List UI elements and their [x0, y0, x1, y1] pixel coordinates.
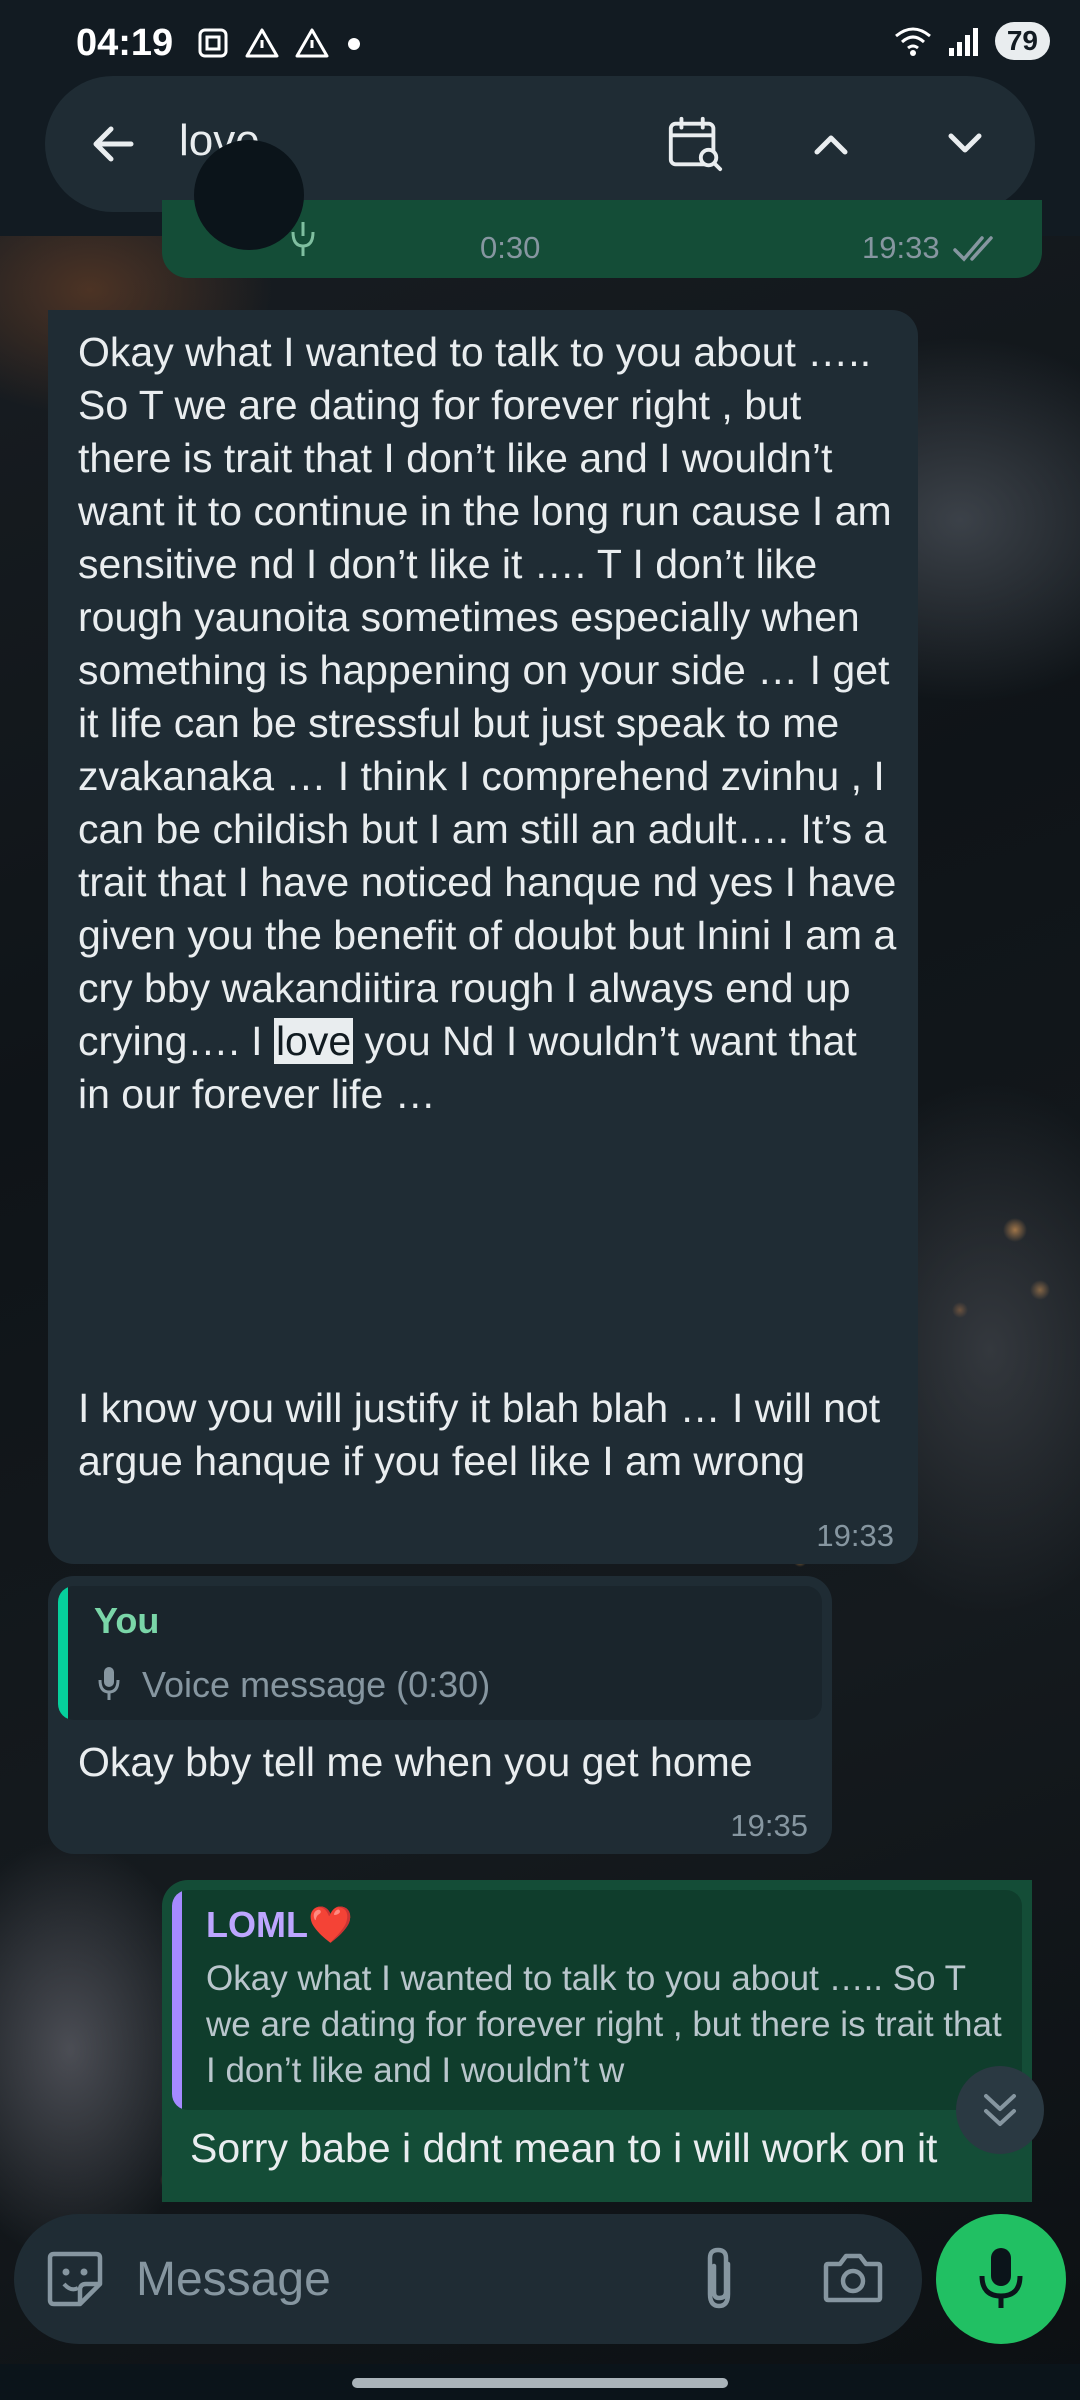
calendar-search-icon[interactable]	[665, 114, 725, 174]
quote-author: You	[94, 1600, 160, 1641]
sticker-icon[interactable]	[44, 2248, 106, 2310]
scroll-down-button[interactable]	[956, 2066, 1044, 2154]
attach-icon[interactable]	[696, 2244, 742, 2314]
avatar	[194, 140, 304, 250]
notification-icons	[196, 26, 364, 60]
warning-icon	[295, 28, 329, 58]
quoted-message[interactable]: LOML❤️ Okay what I wanted to talk to you…	[172, 1890, 1022, 2110]
outgoing-reply-bubble[interactable]: LOML❤️ Okay what I wanted to talk to you…	[162, 1880, 1032, 2202]
voice-message-bubble[interactable]: 0:30 19:33	[162, 140, 1042, 278]
camera-icon[interactable]	[822, 2250, 884, 2306]
quote-author: LOML❤️	[206, 1904, 353, 1945]
back-arrow-icon[interactable]	[83, 114, 143, 174]
quote-bar	[58, 1586, 68, 1720]
screenshot-icon	[198, 28, 228, 58]
incoming-reply-bubble[interactable]: You Voice message (0:30) Okay bby tell m…	[48, 1576, 832, 1854]
mic-icon	[979, 2248, 1023, 2308]
message-input[interactable]: Message	[136, 2252, 331, 2307]
message-time: 19:33	[862, 230, 940, 265]
message-text: I know you will justify it blah blah … I…	[78, 1385, 892, 1484]
voice-duration: 0:30	[480, 230, 541, 265]
warning-icon	[245, 28, 279, 58]
system-icons: 79	[893, 22, 1050, 60]
double-check-icon	[953, 236, 993, 262]
home-gesture-handle[interactable]	[352, 2378, 728, 2388]
chevron-up-icon[interactable]	[801, 114, 861, 174]
double-chevron-down-icon	[984, 2094, 1016, 2126]
quote-text: Voice message (0:30)	[142, 1664, 491, 1705]
quote-bar	[172, 1890, 182, 2110]
signal-icon	[948, 28, 978, 56]
battery-icon: 79	[994, 22, 1050, 60]
message-text: Sorry babe i ddnt mean to i will work on…	[190, 2125, 938, 2171]
quoted-message[interactable]: You Voice message (0:30)	[58, 1586, 822, 1720]
outgoing-clip: LOML❤️ Okay what I wanted to talk to you…	[0, 1880, 1080, 2202]
message-time: 19:35	[730, 1808, 808, 1843]
status-time: 04:19	[76, 22, 174, 64]
wifi-icon	[894, 27, 931, 56]
status-bar: 04:19 79	[0, 0, 1080, 76]
message-input-bar: Message	[14, 2214, 922, 2344]
mic-icon	[98, 1667, 120, 1700]
message-time: 19:33	[816, 1518, 894, 1553]
message-text: Okay what I wanted to talk to you about …	[78, 326, 900, 1121]
mic-icon	[291, 222, 315, 256]
quote-text: Okay what I wanted to talk to you about …	[206, 1959, 1002, 2090]
message-text: Okay bby tell me when you get home	[78, 1739, 753, 1785]
incoming-message-bubble[interactable]: Okay what I wanted to talk to you about …	[48, 310, 918, 1564]
dot-icon	[348, 38, 360, 50]
voice-record-button[interactable]	[936, 2214, 1066, 2344]
search-highlight: love	[273, 1018, 354, 1064]
chevron-down-icon[interactable]	[935, 114, 995, 174]
message-text-part: Okay what I wanted to talk to you about …	[78, 329, 915, 1064]
